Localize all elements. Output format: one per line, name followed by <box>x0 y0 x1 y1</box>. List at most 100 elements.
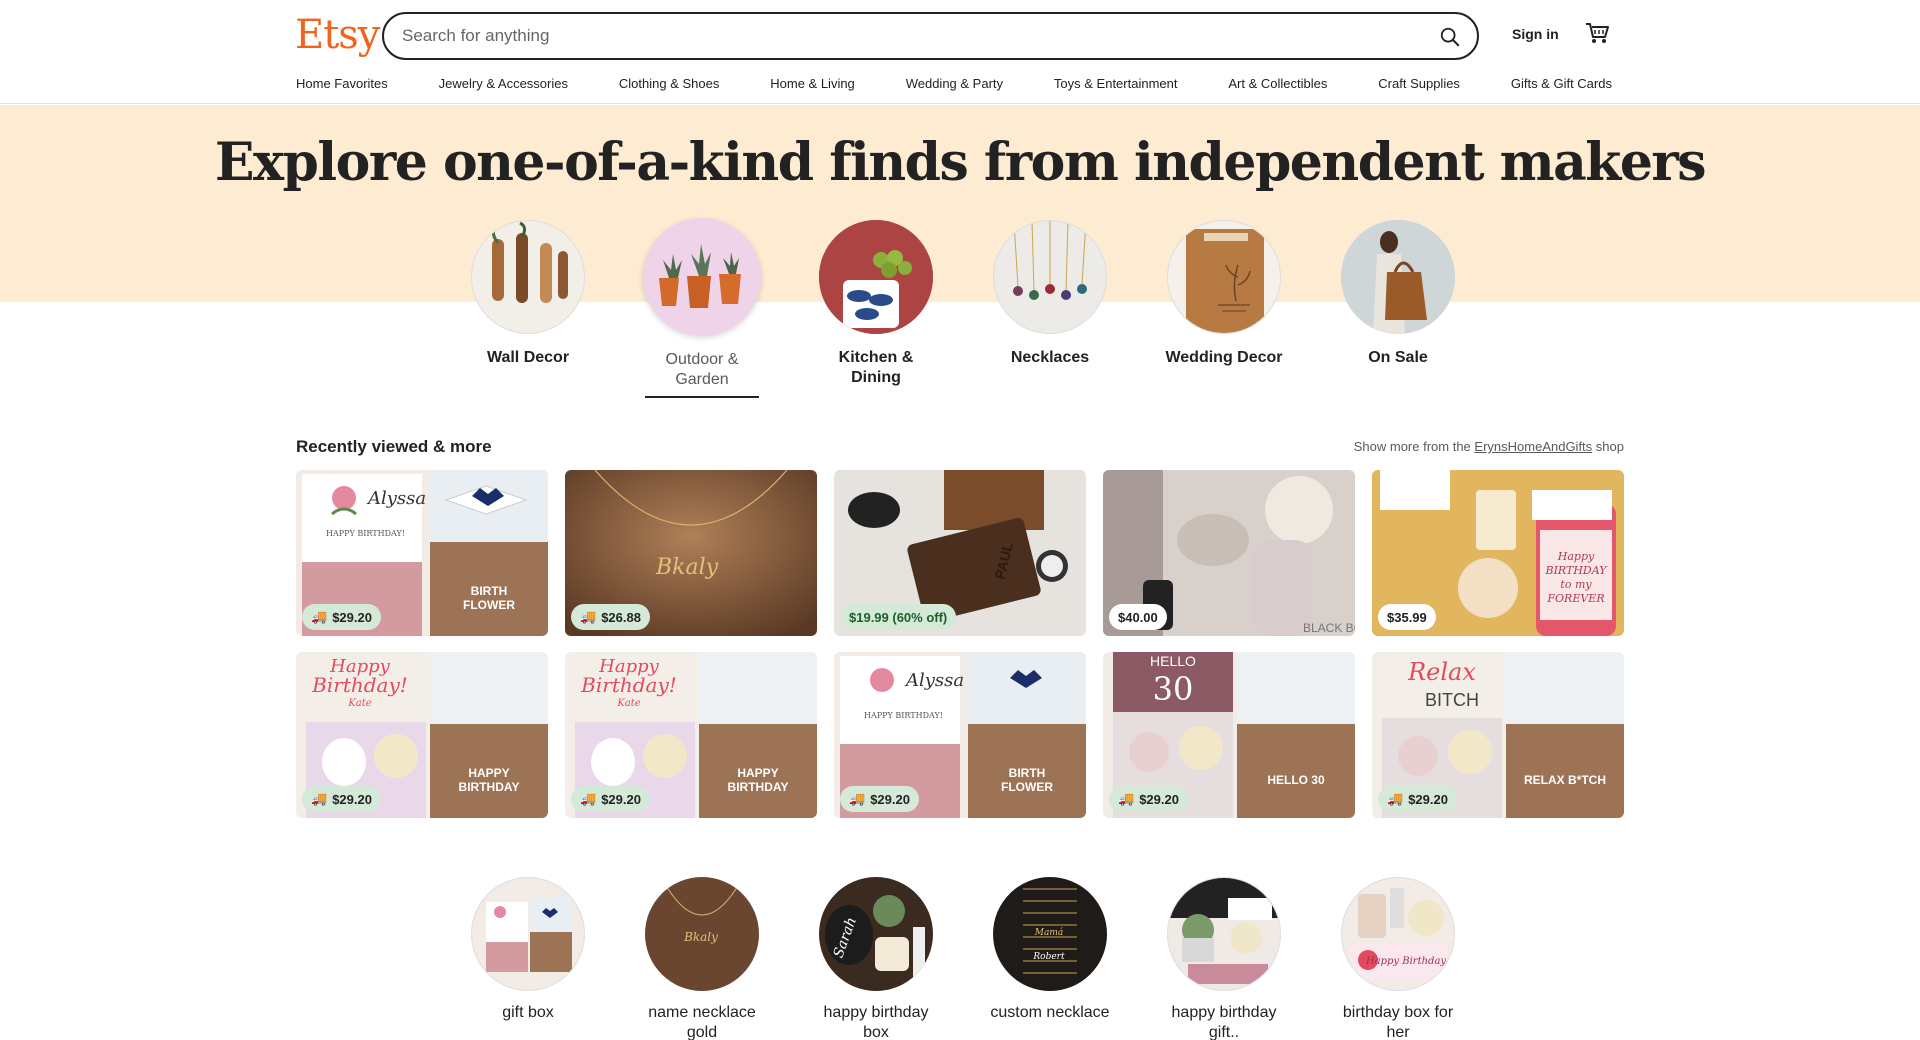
popular-label: name necklace gold <box>648 1004 756 1040</box>
svg-text:BLACK BOX: BLACK BOX <box>1303 621 1355 635</box>
category-image <box>819 220 933 334</box>
category-wedding-decor[interactable]: Wedding Decor <box>1164 220 1284 368</box>
listing-card[interactable]: Relax BITCH RELAX B*TCH 🚚 $29.20 <box>1372 652 1624 818</box>
search-input[interactable] <box>402 24 1382 48</box>
svg-text:Alyssa: Alyssa <box>366 488 426 509</box>
nav-toys-entertainment[interactable]: Toys & Entertainment <box>1054 76 1178 91</box>
nav-clothing-shoes[interactable]: Clothing & Shoes <box>619 76 719 91</box>
price-value: $29.20 <box>332 609 372 625</box>
svg-text:FLOWER: FLOWER <box>1001 780 1053 794</box>
truck-icon: 🚚 <box>311 609 328 624</box>
popular-label: gift box <box>502 1004 554 1021</box>
cart-icon <box>1586 23 1609 43</box>
listing-card[interactable]: Bkaly 🚚 $26.88 <box>565 470 817 636</box>
search-bar <box>382 12 1479 60</box>
hero-title: Explore one-of-a-kind finds from indepen… <box>214 132 1707 193</box>
page: Etsy Sign in Home Favorites Jewelry & Ac… <box>0 0 1920 1040</box>
category-image <box>993 220 1107 334</box>
popular-image: Bkaly <box>645 877 759 991</box>
sign-in-link[interactable]: Sign in <box>1512 26 1559 42</box>
svg-text:Relax: Relax <box>1407 658 1476 686</box>
price-value: $29.20 <box>601 791 641 807</box>
price-badge: 🚚 $29.20 <box>302 604 381 630</box>
svg-text:Robert: Robert <box>1032 952 1065 962</box>
svg-text:Happy Birthday: Happy Birthday <box>1365 956 1446 967</box>
show-more-suffix: shop <box>1595 439 1624 454</box>
popular-happy-birthday-gift[interactable]: happy birthday gift.. <box>1164 877 1284 1040</box>
popular-birthday-box-for-her[interactable]: Happy Birthday birthday box for her <box>1338 877 1458 1040</box>
popular-image: Happy Birthday <box>1341 877 1455 991</box>
popular-label: custom necklace <box>990 1004 1110 1021</box>
nav-craft-supplies[interactable]: Craft Supplies <box>1378 76 1460 91</box>
truck-icon: 🚚 <box>580 609 597 624</box>
svg-text:BITCH: BITCH <box>1425 690 1479 710</box>
svg-text:Birthday!: Birthday! <box>311 673 408 697</box>
price-value: $40.00 <box>1118 609 1158 625</box>
popular-label: happy birthday gift.. <box>1171 1004 1277 1040</box>
category-outdoor-garden[interactable]: Outdoor & Garden <box>642 218 762 398</box>
popular-name-necklace-gold[interactable]: Bkaly name necklace gold <box>642 877 762 1040</box>
svg-text:FOREVER: FOREVER <box>1546 592 1604 605</box>
show-more-prefix: Show more from the <box>1353 439 1471 454</box>
popular-image: Sarah <box>819 877 933 991</box>
nav-jewelry-accessories[interactable]: Jewelry & Accessories <box>439 76 568 91</box>
price-badge: 🚚 $29.20 <box>1378 786 1457 812</box>
popular-label: happy birthday box <box>823 1004 929 1040</box>
cart-button[interactable] <box>1584 20 1610 51</box>
popular-label: birthday box for her <box>1342 1004 1454 1040</box>
category-image <box>1167 220 1281 334</box>
price-value: $35.99 <box>1387 609 1427 625</box>
featured-categories: Wall Decor Outdoor & Garden Kitchen & Di… <box>468 218 1455 400</box>
site-header: Etsy Sign in Home Favorites Jewelry & Ac… <box>0 0 1920 104</box>
listing-card[interactable]: PAUL $19.99 (60% off) <box>834 470 1086 636</box>
price-badge: $35.99 <box>1378 604 1436 630</box>
category-on-sale[interactable]: On Sale <box>1338 220 1458 368</box>
shop-link[interactable]: ErynsHomeAndGifts <box>1474 439 1592 454</box>
price-value: $26.88 <box>601 609 641 625</box>
nav-home-living[interactable]: Home & Living <box>770 76 855 91</box>
nav-gifts-gift-cards[interactable]: Gifts & Gift Cards <box>1511 76 1612 91</box>
nav-art-collectibles[interactable]: Art & Collectibles <box>1228 76 1327 91</box>
etsy-logo[interactable]: Etsy <box>295 12 380 58</box>
svg-text:Birthday!: Birthday! <box>580 673 677 697</box>
listing-card[interactable]: Happy Birthday! Kate HAPPY BIRTHDAY 🚚 $29… <box>296 652 548 818</box>
category-kitchen-dining[interactable]: Kitchen & Dining <box>816 220 936 388</box>
nav-home-favorites[interactable]: Home Favorites <box>296 76 388 91</box>
listing-card[interactable]: Happy BIRTHDAY to my FOREVER $35.99 <box>1372 470 1624 636</box>
svg-text:HAPPY BIRTHDAY!: HAPPY BIRTHDAY! <box>864 711 943 720</box>
category-necklaces[interactable]: Necklaces <box>990 220 1110 368</box>
price-value: $29.20 <box>870 791 910 807</box>
popular-gift-box[interactable]: gift box <box>468 877 588 1023</box>
search-button[interactable] <box>1433 20 1467 54</box>
truck-icon: 🚚 <box>849 791 866 806</box>
svg-text:HAPPY BIRTHDAY!: HAPPY BIRTHDAY! <box>326 529 405 538</box>
price-badge: 🚚 $29.20 <box>840 786 919 812</box>
nav-wedding-party[interactable]: Wedding & Party <box>906 76 1003 91</box>
category-image <box>643 218 761 336</box>
listing-card[interactable]: Alyssa HAPPY BIRTHDAY! BIRTH FLOWER 🚚 $29… <box>296 470 548 636</box>
category-label: Necklaces <box>1010 349 1090 366</box>
svg-text:Kate: Kate <box>616 698 640 709</box>
show-more-text: Show more from the ErynsHomeAndGifts sho… <box>1354 439 1624 454</box>
popular-image: Mamá Robert <box>993 877 1107 991</box>
price-badge: $19.99 (60% off) <box>840 604 957 630</box>
popular-image <box>471 877 585 991</box>
svg-text:Mamá: Mamá <box>1034 927 1063 938</box>
price-value: $29.20 <box>1139 791 1179 807</box>
category-label: Wedding Decor <box>1165 349 1283 366</box>
listing-card[interactable]: BLACK BOX $40.00 <box>1103 470 1355 636</box>
listing-card[interactable]: Happy Birthday! Kate HAPPY BIRTHDAY 🚚 $29… <box>565 652 817 818</box>
category-nav: Home Favorites Jewelry & Accessories Clo… <box>296 76 1612 91</box>
price-badge: 🚚 $29.20 <box>571 786 650 812</box>
price-badge: 🚚 $26.88 <box>571 604 650 630</box>
popular-searches: gift box Bkaly name necklace gold Sarah … <box>468 877 1455 1040</box>
popular-custom-necklace[interactable]: Mamá Robert custom necklace <box>990 877 1110 1023</box>
svg-text:30: 30 <box>1153 670 1194 708</box>
listing-card[interactable]: Alyssa HAPPY BIRTHDAY! BIRTH FLOWER 🚚 $29… <box>834 652 1086 818</box>
category-wall-decor[interactable]: Wall Decor <box>468 220 588 368</box>
price-badge: 🚚 $29.20 <box>1109 786 1188 812</box>
svg-text:HAPPY: HAPPY <box>737 766 778 780</box>
svg-text:BIRTHDAY: BIRTHDAY <box>1544 564 1608 577</box>
listing-card[interactable]: HELLO 30 HELLO 30 🚚 $29.20 <box>1103 652 1355 818</box>
popular-happy-birthday-box[interactable]: Sarah happy birthday box <box>816 877 936 1040</box>
